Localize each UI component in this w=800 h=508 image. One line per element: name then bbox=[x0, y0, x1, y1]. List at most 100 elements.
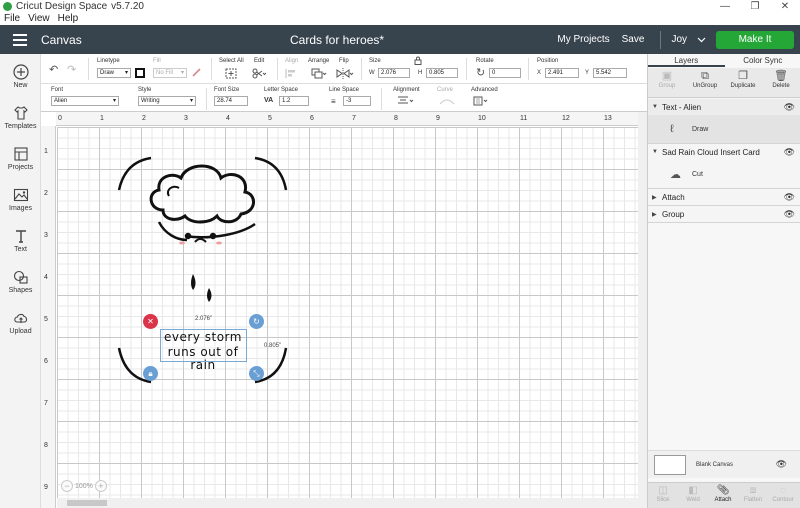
maximize-button[interactable]: ❐ bbox=[740, 0, 770, 13]
fill-select[interactable]: No Fill bbox=[153, 68, 187, 78]
weld-button[interactable]: ◧ Weld bbox=[678, 485, 708, 503]
sad-cloud-graphic bbox=[149, 164, 256, 302]
canvas-swatch[interactable] bbox=[654, 454, 686, 475]
caret-right-icon[interactable]: ▶ bbox=[652, 211, 662, 218]
close-window-button[interactable]: ✕ bbox=[770, 0, 800, 13]
curve-label: Curve bbox=[437, 87, 454, 93]
slice-icon: ◫ bbox=[658, 485, 668, 496]
letter-space-field[interactable]: 1.2 bbox=[279, 96, 309, 106]
flip-label: Flip bbox=[339, 58, 349, 64]
text-line-1[interactable]: every storm bbox=[157, 331, 249, 344]
flatten-button[interactable]: ⧈ Flatten bbox=[738, 485, 768, 503]
size-label: Size bbox=[369, 58, 381, 64]
delete-button[interactable]: 🗑︎ Delete bbox=[762, 70, 800, 89]
x-position-field[interactable]: 2.491 bbox=[545, 68, 579, 78]
caret-down-icon[interactable]: ▼ bbox=[652, 104, 662, 110]
y-position-field[interactable]: 5.542 bbox=[593, 68, 627, 78]
letter-space-icon: VA bbox=[264, 97, 274, 104]
curve-icon[interactable] bbox=[439, 96, 455, 106]
layer-attach[interactable]: ▶ Attach 👁︎ bbox=[648, 189, 800, 206]
delete-handle-icon[interactable]: ✕ bbox=[143, 314, 158, 329]
menu-help[interactable]: Help bbox=[54, 13, 83, 25]
edit-label: Edit bbox=[254, 58, 265, 64]
nav-new[interactable]: New bbox=[0, 64, 41, 89]
user-menu[interactable]: Joy bbox=[671, 34, 706, 45]
height-field[interactable]: 0.805 bbox=[426, 68, 458, 78]
zoom-out-button[interactable]: − bbox=[61, 480, 73, 492]
nav-projects[interactable]: Projects bbox=[0, 146, 41, 171]
layer-sad-rain-cloud[interactable]: ▼ Sad Rain Cloud Insert Card 👁︎ ☁︎ Cut bbox=[648, 144, 800, 189]
text-line-2[interactable]: runs out of rain bbox=[155, 346, 251, 372]
scroll-thumb[interactable] bbox=[67, 500, 107, 506]
nav-text[interactable]: Text bbox=[0, 228, 41, 253]
slice-button[interactable]: ◫ Slice bbox=[648, 485, 678, 503]
nav-upload[interactable]: Upload bbox=[0, 310, 41, 335]
caret-right-icon[interactable]: ▶ bbox=[652, 194, 662, 201]
flip-icon[interactable] bbox=[336, 68, 354, 79]
lock-handle-icon[interactable]: 🔒︎ bbox=[143, 366, 158, 381]
toolbar-divider bbox=[361, 58, 362, 80]
layer-group[interactable]: ▶ Group 👁︎ bbox=[648, 206, 800, 223]
design-canvas[interactable]: 0 1 2 3 4 5 6 7 8 9 10 11 12 13 123456789 2.076" 0.80… bbox=[41, 112, 647, 508]
eye-icon[interactable]: 👁︎ bbox=[784, 209, 795, 220]
toolbar-divider bbox=[381, 88, 382, 110]
make-it-button[interactable]: Make It bbox=[716, 30, 794, 49]
eye-hidden-icon[interactable]: 👁︎ bbox=[776, 459, 787, 470]
advanced-icon[interactable] bbox=[473, 96, 491, 106]
rotate-handle-icon[interactable]: ↻ bbox=[249, 314, 264, 329]
menu-file[interactable]: File bbox=[0, 13, 24, 25]
minimize-button[interactable]: — bbox=[710, 0, 740, 13]
layer-operation: Cut bbox=[692, 170, 703, 178]
card-artwork[interactable] bbox=[41, 112, 647, 508]
align-icon[interactable] bbox=[285, 68, 299, 79]
nav-shapes[interactable]: Shapes bbox=[0, 269, 41, 294]
redo-icon[interactable]: ↷ bbox=[67, 64, 76, 76]
eye-icon[interactable]: 👁︎ bbox=[784, 102, 795, 113]
hamburger-menu-icon[interactable] bbox=[0, 25, 40, 54]
horizontal-scrollbar[interactable] bbox=[57, 498, 639, 508]
duplicate-button[interactable]: ❐ Duplicate bbox=[724, 70, 762, 89]
undo-icon[interactable]: ↶ bbox=[49, 64, 58, 76]
vertical-scrollbar[interactable] bbox=[638, 112, 647, 508]
edit-scissors-icon[interactable] bbox=[252, 68, 266, 79]
resize-handle-icon[interactable]: ⤡ bbox=[249, 366, 264, 381]
lock-icon[interactable] bbox=[414, 56, 422, 65]
toolbar-divider bbox=[466, 58, 467, 80]
font-select[interactable]: Alien bbox=[51, 96, 119, 106]
layer-child-draw[interactable]: ℓ Draw bbox=[648, 115, 800, 143]
ungroup-button[interactable]: ⧉ UnGroup bbox=[686, 70, 724, 89]
save-button[interactable]: Save bbox=[622, 34, 645, 45]
group-label: Group bbox=[658, 83, 676, 89]
zoom-in-button[interactable]: + bbox=[94, 480, 107, 492]
eye-icon[interactable]: 👁︎ bbox=[784, 147, 795, 158]
linetype-select[interactable]: Draw bbox=[97, 68, 131, 78]
nav-images[interactable]: Images bbox=[0, 187, 41, 212]
blank-canvas-layer[interactable]: Blank Canvas 👁︎ bbox=[648, 450, 800, 478]
my-projects-link[interactable]: My Projects bbox=[557, 34, 609, 45]
nav-shapes-label: Shapes bbox=[8, 287, 33, 294]
nav-text-label: Text bbox=[14, 246, 27, 253]
style-select[interactable]: Writing bbox=[138, 96, 196, 106]
layers-panel: Layers Color Sync ▣ Group ⧉ UnGroup ❐ Du… bbox=[647, 54, 800, 508]
text-icon bbox=[15, 230, 26, 243]
caret-down-icon[interactable]: ▼ bbox=[652, 149, 662, 155]
layer-text-alien[interactable]: ▼ Text - Alien 👁︎ ℓ Draw bbox=[648, 99, 800, 144]
attach-button[interactable]: 📎︎ Attach bbox=[708, 485, 738, 503]
nav-templates[interactable]: Templates bbox=[0, 105, 41, 130]
contour-button[interactable]: ◌ Contour bbox=[768, 485, 798, 503]
width-field[interactable]: 2.076 bbox=[378, 68, 410, 78]
font-size-field[interactable]: 28.74 bbox=[214, 96, 248, 106]
rotate-field[interactable]: 0 bbox=[489, 68, 521, 78]
eye-hidden-icon[interactable]: 👁︎ bbox=[784, 192, 795, 203]
group-button[interactable]: ▣ Group bbox=[648, 70, 686, 89]
select-all-icon[interactable] bbox=[225, 68, 237, 79]
menu-view[interactable]: View bbox=[24, 13, 54, 25]
tab-color-sync[interactable]: Color Sync bbox=[725, 54, 800, 67]
text-align-center-icon[interactable] bbox=[396, 96, 416, 106]
arrange-icon[interactable] bbox=[311, 68, 327, 79]
select-all-label: Select All bbox=[219, 58, 244, 64]
line-space-field[interactable]: -3 bbox=[343, 96, 371, 106]
tab-layers[interactable]: Layers bbox=[648, 54, 725, 67]
layer-child-cut[interactable]: ☁︎ Cut bbox=[648, 160, 800, 188]
linetype-color-swatch[interactable] bbox=[135, 68, 145, 78]
